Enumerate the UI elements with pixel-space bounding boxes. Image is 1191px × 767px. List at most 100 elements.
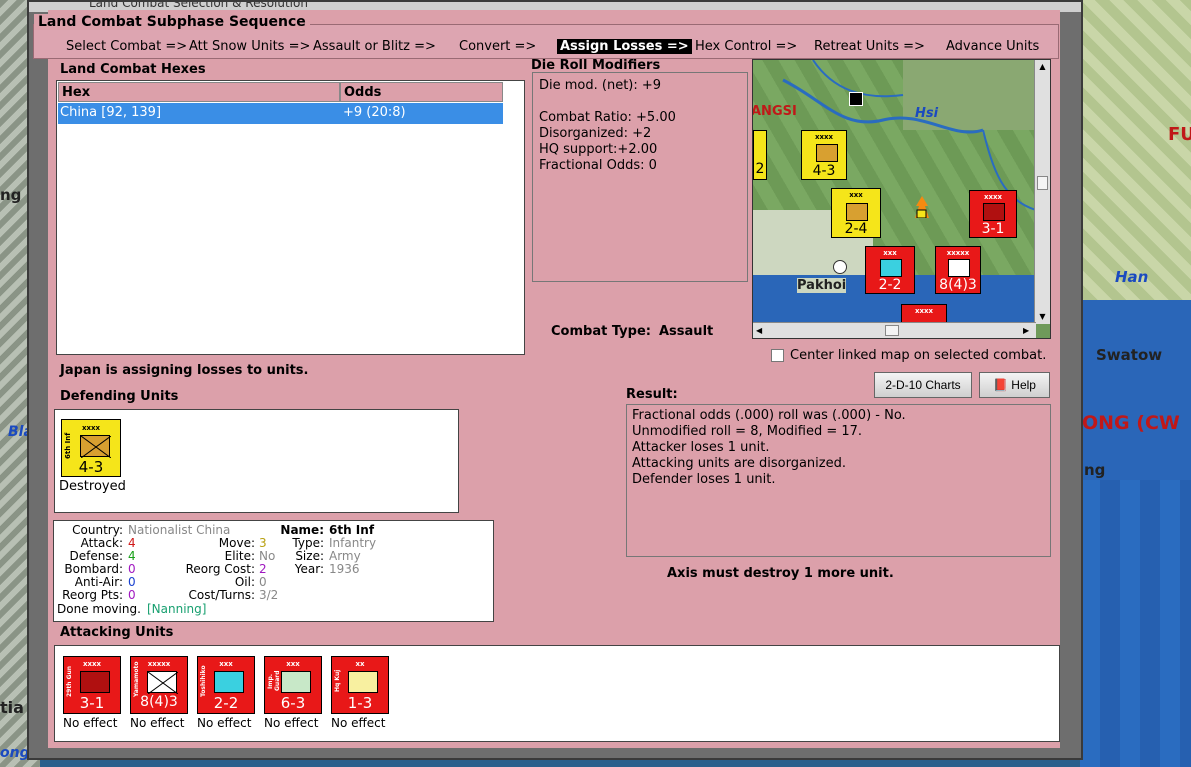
- modifiers-panel: Die mod. (net): +9 Combat Ratio: +5.00 D…: [532, 72, 748, 282]
- info-label: Country:: [72, 523, 123, 537]
- counter-unit-name: Toshihiko: [200, 665, 207, 697]
- hq-symbol-icon: [348, 671, 378, 693]
- status-message: Japan is assigning losses to units.: [60, 363, 309, 378]
- counter-value: 3-1: [79, 694, 105, 712]
- info-label: Attack:: [80, 536, 123, 550]
- map-label: ONG (CW: [1082, 412, 1180, 434]
- counter-value: 2-2: [878, 277, 902, 293]
- unit-counter[interactable]: xxxx 3-1: [969, 190, 1017, 238]
- scroll-thumb[interactable]: [885, 325, 899, 336]
- table-row[interactable]: China [92, 139] +9 (20:8): [58, 103, 503, 124]
- center-linked-checkbox[interactable]: [771, 349, 784, 362]
- subphase-title: Land Combat Subphase Sequence: [34, 14, 310, 30]
- result-title: Result:: [626, 387, 678, 402]
- counter-value: 2-2: [213, 694, 239, 712]
- hex-cell: China [92, 139]: [60, 105, 162, 120]
- info-label: Name:: [280, 523, 324, 537]
- modifier-line: Fractional Odds: 0: [539, 158, 657, 173]
- counter-size: xxxx: [914, 307, 934, 315]
- attacking-unit-status: No effect: [197, 716, 252, 730]
- attacking-unit-status: No effect: [63, 716, 118, 730]
- scroll-down-icon[interactable]: ▼: [1037, 312, 1048, 322]
- scroll-left-icon[interactable]: ◀: [756, 325, 766, 336]
- defending-title: Defending Units: [60, 389, 179, 404]
- attacking-unit-counter[interactable]: xxxx 29th Gun 3-1: [63, 656, 121, 714]
- column-header-odds[interactable]: Odds: [340, 82, 503, 102]
- attacking-unit-counter[interactable]: xxxxx Yamamoto 8(4)3: [130, 656, 188, 714]
- counter-value: 4-3: [812, 163, 836, 179]
- counter-unit-name: Imp. Guard: [267, 670, 281, 692]
- combat-type-label: Combat Type:: [551, 324, 651, 339]
- counter-value: 6-3: [280, 694, 306, 712]
- info-label: Move:: [218, 536, 255, 550]
- infantry-symbol-icon: [816, 144, 838, 162]
- map-label: Swatow: [1096, 346, 1163, 364]
- unit-counter[interactable]: xxxx 4-3: [801, 130, 847, 180]
- attacking-unit-status: No effect: [264, 716, 319, 730]
- step-att-snow-units: Att Snow Units =>: [189, 39, 311, 54]
- info-attack: 4: [128, 536, 136, 550]
- counter-size: xxxx: [983, 193, 1003, 201]
- infantry-symbol-icon: [147, 671, 179, 695]
- infantry-symbol-icon: [80, 435, 112, 459]
- unit-counter[interactable]: xxxx: [901, 304, 947, 324]
- map-label: FU: [1168, 124, 1191, 145]
- cavalry-symbol-icon: [846, 203, 868, 221]
- attacking-unit-status: No effect: [331, 716, 386, 730]
- info-reorg-pts: 0: [128, 588, 136, 602]
- unit-counter[interactable]: 2: [753, 130, 767, 180]
- modifier-line: Combat Ratio: +5.00: [539, 110, 676, 125]
- artillery-symbol-icon: [983, 203, 1005, 221]
- counter-unit-name: Hq Kuj: [334, 669, 341, 693]
- center-linked-label: Center linked map on selected combat.: [790, 348, 1047, 363]
- attacking-title: Attacking Units: [60, 625, 174, 640]
- scroll-right-icon[interactable]: ▶: [1023, 325, 1033, 336]
- hexes-title: Land Combat Hexes: [60, 62, 206, 77]
- infantry-symbol-icon: [948, 259, 970, 277]
- column-header-hex[interactable]: Hex: [58, 82, 340, 102]
- unit-counter[interactable]: xxx 2-4: [831, 188, 881, 238]
- dialog-title: Land Combat Selection & Resolution: [89, 2, 308, 10]
- result-line: Defender loses 1 unit.: [632, 472, 776, 487]
- step-advance-units: Advance Units: [946, 39, 1040, 54]
- linked-minimap[interactable]: ANGSI Hsi Pakhoi 2 xxxx 4-3 xxx 2-4 xxxx 3-…: [752, 59, 1051, 339]
- info-label: Oil:: [234, 575, 255, 589]
- counter-value: 1-3: [347, 694, 373, 712]
- attacking-unit-counter[interactable]: xxx Toshihiko 2-2: [197, 656, 255, 714]
- minimap-horizontal-scrollbar[interactable]: ◀ ▶: [753, 322, 1036, 338]
- combat-type-value: Assault: [659, 324, 714, 339]
- minimap-river-label: Hsi: [915, 106, 939, 121]
- attacking-unit-counter[interactable]: xx Hq Kuj 1-3: [331, 656, 389, 714]
- scroll-up-icon[interactable]: ▲: [1037, 62, 1048, 72]
- result-line: Fractional odds (.000) roll was (.000) -…: [632, 408, 906, 423]
- info-label: Defense:: [69, 549, 123, 563]
- counter-value: 2-4: [844, 221, 868, 237]
- counter-value: 2: [755, 161, 765, 177]
- unit-counter[interactable]: xxxxx 8(4)3: [935, 246, 981, 294]
- minimap-vertical-scrollbar[interactable]: ▲ ▼: [1034, 60, 1050, 324]
- info-label: Elite:: [224, 549, 255, 563]
- unit-counter[interactable]: xxx 2-2: [865, 246, 915, 294]
- attacking-unit-counter[interactable]: xxx Imp. Guard 6-3: [264, 656, 322, 714]
- combat-fire-icon: [911, 196, 933, 219]
- info-label: Cost/Turns:: [188, 588, 255, 602]
- counter-size: xxx: [883, 249, 897, 257]
- step-convert: Convert =>: [459, 39, 537, 54]
- info-location: [Nanning]: [147, 602, 207, 616]
- info-label: Reorg Pts:: [62, 588, 123, 602]
- artillery-symbol-icon: [80, 671, 110, 693]
- defending-unit-status: Destroyed: [59, 479, 126, 494]
- result-line: Unmodified roll = 8, Modified = 17.: [632, 424, 863, 439]
- info-type: Infantry: [329, 536, 377, 550]
- help-button[interactable]: 📕 Help: [979, 372, 1050, 398]
- charts-button[interactable]: 2-D-10 Charts: [874, 372, 972, 398]
- info-name: 6th Inf: [329, 523, 375, 537]
- defending-unit-counter[interactable]: xxxx 6th Inf 4-3: [61, 419, 121, 477]
- airfield-icon: [849, 92, 863, 106]
- info-label: Year:: [294, 562, 324, 576]
- map-sea-right-lower: [1080, 480, 1191, 767]
- scroll-thumb[interactable]: [1037, 176, 1048, 190]
- map-label: tia: [0, 698, 24, 717]
- result-panel: Fractional odds (.000) roll was (.000) -…: [626, 404, 1051, 557]
- modifier-line: HQ support:+2.00: [539, 142, 658, 157]
